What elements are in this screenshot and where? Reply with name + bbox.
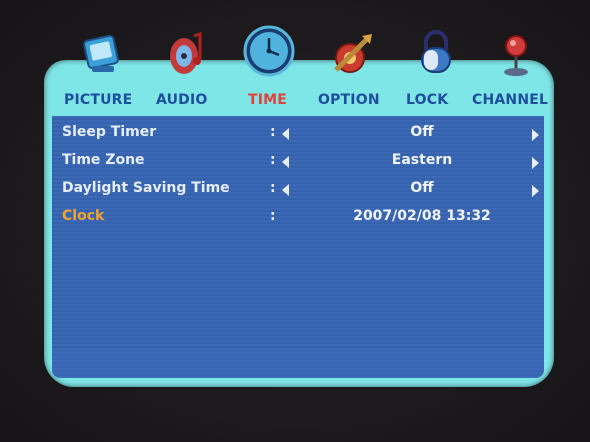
menu-panel: PICTURE AUDIO TIME OPTION LOCK CHANNEL S… [44, 25, 554, 387]
setting-label: Time Zone [62, 152, 145, 168]
separator-colon: : [270, 208, 276, 224]
separator-colon: : [270, 152, 276, 168]
tab-picture[interactable]: PICTURE [64, 92, 132, 108]
setting-value: Off [410, 124, 434, 140]
tv-screen: PICTURE AUDIO TIME OPTION LOCK CHANNEL S… [0, 0, 590, 442]
time-settings-list: Sleep Timer : Off Time Zone : Eastern Da… [52, 116, 544, 378]
setting-value: Off [410, 180, 434, 196]
separator-colon: : [270, 180, 276, 196]
picture-icon [83, 34, 119, 72]
arrow-right-icon[interactable] [532, 129, 539, 141]
setting-row-sleep-timer[interactable]: Sleep Timer : Off [52, 120, 544, 144]
tab-lock[interactable]: LOCK [406, 92, 448, 108]
tab-option[interactable]: OPTION [318, 92, 380, 108]
option-icon [334, 34, 372, 73]
arrow-right-icon[interactable] [532, 185, 539, 197]
setting-label: Clock [62, 208, 105, 224]
setting-label: Daylight Saving Time [62, 180, 230, 196]
setting-value: Eastern [391, 152, 453, 168]
tab-channel[interactable]: CHANNEL [472, 92, 548, 108]
separator-colon: : [270, 124, 276, 140]
arrow-left-icon[interactable] [282, 156, 289, 168]
arrow-left-icon[interactable] [282, 184, 289, 196]
setting-label: Sleep Timer [62, 124, 157, 140]
lock-icon [421, 30, 451, 73]
arrow-right-icon[interactable] [532, 157, 539, 169]
clock-value: 2007/02/08 13:32 [353, 208, 491, 224]
audio-icon [170, 31, 202, 74]
clock-icon [243, 25, 295, 77]
setting-row-clock[interactable]: Clock : 2007/02/08 13:32 [52, 204, 544, 228]
arrow-left-icon[interactable] [282, 128, 289, 140]
channel-icon [504, 35, 528, 76]
setting-row-time-zone[interactable]: Time Zone : Eastern [52, 148, 544, 172]
tab-time[interactable]: TIME [248, 92, 287, 108]
tab-audio[interactable]: AUDIO [156, 92, 208, 108]
setting-row-daylight-saving[interactable]: Daylight Saving Time : Off [52, 176, 544, 200]
